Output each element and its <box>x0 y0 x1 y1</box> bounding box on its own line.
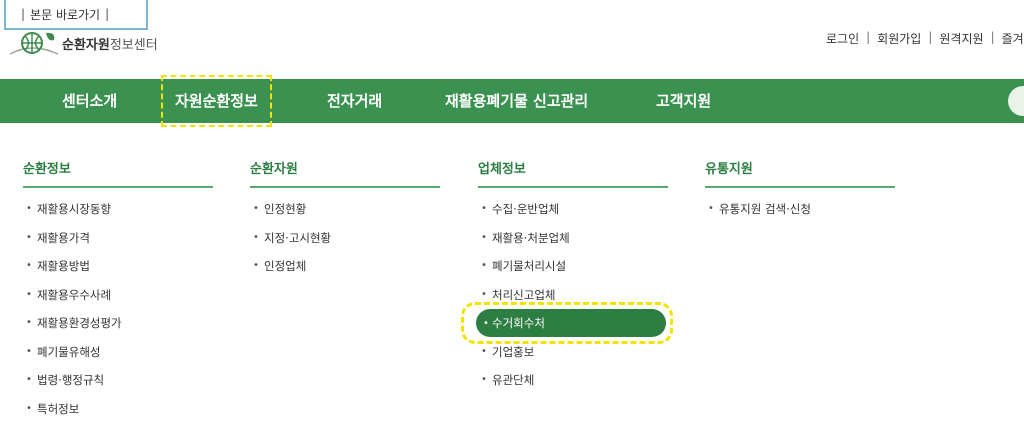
submenu-item[interactable]: 기업홍보 <box>478 345 668 374</box>
submenu-item[interactable]: 유관단체 <box>478 373 668 402</box>
gnb-waste-report[interactable]: 재활용폐기물 신고관리 <box>445 79 588 123</box>
utility-nav: 로그인 | 회원가입 | 원격지원 | 즐겨찾기 <box>826 30 1024 47</box>
globe-leaf-icon <box>9 32 59 55</box>
submenu-item[interactable]: 법령·행정규칙 <box>23 373 213 402</box>
submenu-item[interactable]: 재활용·처분업체 <box>478 231 668 260</box>
submenu-column-company-info: 업체정보 수집·운반업체 재활용·처분업체 폐기물처리시설 처리신고업체 수거회… <box>461 158 673 402</box>
remote-support-link[interactable]: 원격지원 <box>939 30 983 47</box>
submenu-column-circulation-resources: 순환자원 인정현황 지정·고시현황 인정업체 <box>250 158 440 288</box>
login-link[interactable]: 로그인 <box>826 30 859 47</box>
submenu-item[interactable]: 폐기물처리시설 <box>478 259 668 288</box>
submenu-item[interactable]: 인정현황 <box>250 202 440 231</box>
divider: | <box>990 30 995 44</box>
submenu-item-active[interactable]: 수거회수처 <box>461 302 673 345</box>
site-logo[interactable]: 순환자원 정보센터 <box>8 30 158 56</box>
submenu-column-distribution-support: 유통지원 유통지원 검색·신청 <box>705 158 895 231</box>
submenu-item[interactable]: 수집·운반업체 <box>478 202 668 231</box>
divider: | <box>866 30 871 44</box>
gnb-resource-circulation-info[interactable]: 자원순환정보 <box>161 75 272 127</box>
search-icon[interactable] <box>1008 86 1024 116</box>
global-nav-bar: 센터소개 자원순환정보 전자거래 재활용폐기물 신고관리 고객지원 <box>0 75 1024 127</box>
favorites-link[interactable]: 즐겨찾기 <box>1002 30 1024 47</box>
submenu-item[interactable]: 특허정보 <box>23 402 213 431</box>
gnb-e-trading[interactable]: 전자거래 <box>327 79 382 123</box>
logo-text: 정보센터 <box>109 37 158 53</box>
submenu-heading: 순환정보 <box>23 158 213 188</box>
submenu-heading: 유통지원 <box>705 158 895 188</box>
divider: | <box>928 30 933 44</box>
submenu-item[interactable]: 재활용우수사례 <box>23 288 213 317</box>
skip-to-content-link[interactable]: 본문 바로가기 <box>30 6 100 23</box>
divider: | <box>21 7 26 21</box>
submenu-item[interactable]: 재활용가격 <box>23 231 213 260</box>
submenu-item[interactable]: 인정업체 <box>250 259 440 288</box>
submenu-column-circulation-info: 순환정보 재활용시장동향 재활용가격 재활용방법 재활용우수사례 재활용환경성평… <box>23 158 213 430</box>
divider: | <box>105 7 110 21</box>
skip-nav-box: | 본문 바로가기 | <box>4 0 148 30</box>
logo-text-bold: 순환자원 <box>62 37 110 53</box>
submenu-heading: 업체정보 <box>478 158 668 188</box>
submenu-item[interactable]: 폐기물유해성 <box>23 345 213 374</box>
signup-link[interactable]: 회원가입 <box>877 30 921 47</box>
submenu-item[interactable]: 유통지원 검색·신청 <box>705 202 895 231</box>
submenu-item[interactable]: 재활용시장동향 <box>23 202 213 231</box>
highlight-outline <box>461 302 673 344</box>
submenu-item[interactable]: 지정·고시현황 <box>250 231 440 260</box>
submenu-item[interactable]: 재활용방법 <box>23 259 213 288</box>
gnb-center-intro[interactable]: 센터소개 <box>62 79 117 123</box>
submenu-heading: 순환자원 <box>250 158 440 188</box>
submenu-item[interactable]: 재활용환경성평가 <box>23 316 213 345</box>
gnb-customer-support[interactable]: 고객지원 <box>656 79 711 123</box>
